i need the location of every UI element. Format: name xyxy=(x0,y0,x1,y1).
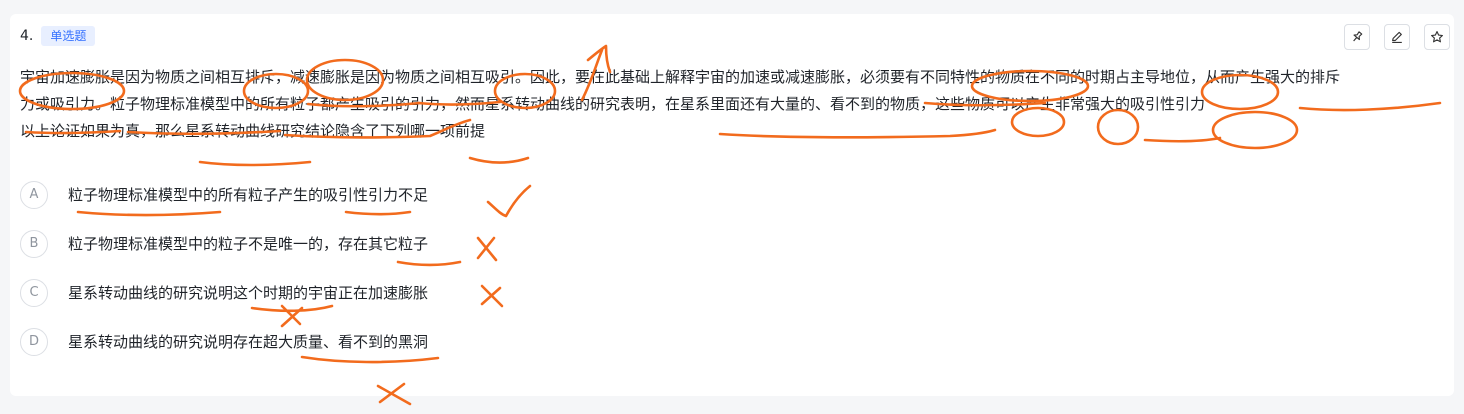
options-list: A 粒子物理标准模型中的所有粒子产生的吸引性引力不足 B 粒子物理标准模型中的粒… xyxy=(20,170,428,366)
option-letter: D xyxy=(20,327,48,356)
option-d[interactable]: D 星系转动曲线的研究说明存在超大质量、看不到的黑洞 xyxy=(20,317,428,366)
option-text: 星系转动曲线的研究说明存在超大质量、看不到的黑洞 xyxy=(68,333,429,351)
option-letter: B xyxy=(20,229,48,258)
option-text: 粒子物理标准模型中的所有粒子产生的吸引性引力不足 xyxy=(68,186,429,204)
stem-line: 力或吸引力。粒子物理标准模型中的所有粒子都产生吸引的引力，然而星系转动曲线的研究… xyxy=(20,95,1206,113)
question-toolbar xyxy=(1344,24,1450,50)
option-a[interactable]: A 粒子物理标准模型中的所有粒子产生的吸引性引力不足 xyxy=(20,170,428,219)
question-type-tag: 单选题 xyxy=(41,26,96,46)
option-b[interactable]: B 粒子物理标准模型中的粒子不是唯一的，存在其它粒子 xyxy=(20,219,428,268)
question-stem: 宇宙加速膨胀是因为物质之间相互排斥，减速膨胀是因为物质之间相互吸引。因此，要在此… xyxy=(20,64,1424,145)
option-text: 星系转动曲线的研究说明这个时期的宇宙正在加速膨胀 xyxy=(68,284,429,302)
star-icon xyxy=(1431,31,1443,43)
pin-button[interactable] xyxy=(1344,24,1370,50)
edit-icon xyxy=(1392,31,1402,43)
stem-line: 宇宙加速膨胀是因为物质之间相互排斥，减速膨胀是因为物质之间相互吸引。因此，要在此… xyxy=(20,68,1341,86)
option-letter: A xyxy=(20,180,48,209)
question-header: 4. 单选题 xyxy=(20,26,96,46)
option-c[interactable]: C 星系转动曲线的研究说明这个时期的宇宙正在加速膨胀 xyxy=(20,268,428,317)
option-text: 粒子物理标准模型中的粒子不是唯一的，存在其它粒子 xyxy=(68,235,429,253)
pin-icon xyxy=(1353,31,1363,42)
edit-button[interactable] xyxy=(1384,24,1410,50)
favorite-button[interactable] xyxy=(1424,24,1450,50)
question-number: 4. xyxy=(20,28,34,44)
stem-line: 以上论证如果为真，那么星系转动曲线研究结论隐含了下列哪一项前提 xyxy=(20,122,486,140)
option-letter: C xyxy=(20,278,48,307)
